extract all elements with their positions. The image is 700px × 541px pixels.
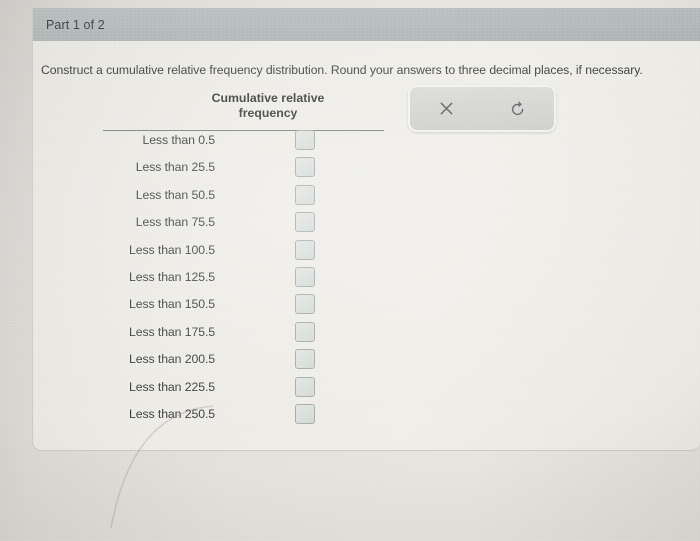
cumulative-relative-frequency-input[interactable] [295, 130, 315, 150]
table-row: Less than 100.5 [33, 239, 393, 266]
row-label: Less than 0.5 [142, 133, 215, 147]
cumulative-relative-frequency-input[interactable] [295, 321, 315, 342]
cumulative-relative-frequency-input[interactable] [295, 266, 315, 287]
cumulative-relative-frequency-input[interactable] [295, 349, 315, 370]
row-label: Less than 25.5 [135, 160, 215, 175]
part-header-bar: Part 1 of 2 [33, 8, 700, 41]
row-label: Less than 250.5 [128, 406, 215, 421]
cumulative-relative-frequency-input[interactable] [295, 376, 315, 397]
math-input-toolbar [408, 85, 556, 132]
table-row: Less than 125.5 [33, 266, 393, 293]
column-header-line2: frequency [238, 106, 298, 120]
table-row: Less than 225.5 [33, 376, 393, 403]
table-row: Less than 150.5 [33, 293, 393, 320]
row-label: Less than 200.5 [128, 352, 215, 367]
table-row: Less than 175.5 [33, 321, 393, 348]
row-label: Less than 225.5 [128, 379, 215, 394]
frequency-table: Cumulative relative frequency Less than … [33, 91, 393, 430]
close-x-icon [439, 101, 454, 116]
cumulative-relative-frequency-input[interactable] [295, 157, 315, 178]
cumulative-relative-frequency-input[interactable] [295, 403, 315, 424]
instruction-text: Construct a cumulative relative frequenc… [41, 63, 643, 77]
undo-button[interactable] [501, 94, 535, 124]
row-label: Less than 125.5 [128, 269, 215, 284]
row-label: Less than 50.5 [135, 187, 215, 202]
table-row: Less than 25.5 [33, 156, 393, 183]
undo-arrow-icon [510, 101, 526, 117]
cumulative-relative-frequency-input[interactable] [295, 294, 315, 315]
row-label: Less than 175.5 [128, 324, 215, 339]
table-rows-container: Less than 0.5 Less than 25.5 Less than 50.… [33, 129, 393, 430]
table-row: Less than 75.5 [33, 211, 393, 238]
table-row: Less than 0.5 [33, 129, 393, 156]
cumulative-relative-frequency-input[interactable] [295, 184, 315, 205]
row-label: Less than 150.5 [128, 297, 215, 312]
row-label: Less than 75.5 [135, 215, 215, 230]
table-header-row: Cumulative relative frequency [33, 91, 393, 131]
table-row: Less than 200.5 [33, 348, 393, 375]
row-label: Less than 100.5 [128, 242, 215, 257]
table-row: Less than 50.5 [33, 184, 393, 211]
column-header-line1: Cumulative relative [211, 91, 325, 105]
cumulative-relative-frequency-input[interactable] [295, 212, 315, 233]
table-row: Less than 250.5 [33, 403, 393, 430]
question-card: Part 1 of 2 Construct a cumulative relat… [32, 8, 700, 451]
part-header-label: Part 1 of 2 [46, 17, 105, 32]
column-header-cumulative-relative-frequency: Cumulative relative frequency [188, 91, 348, 121]
clear-button[interactable] [429, 94, 463, 124]
cumulative-relative-frequency-input[interactable] [295, 239, 315, 260]
